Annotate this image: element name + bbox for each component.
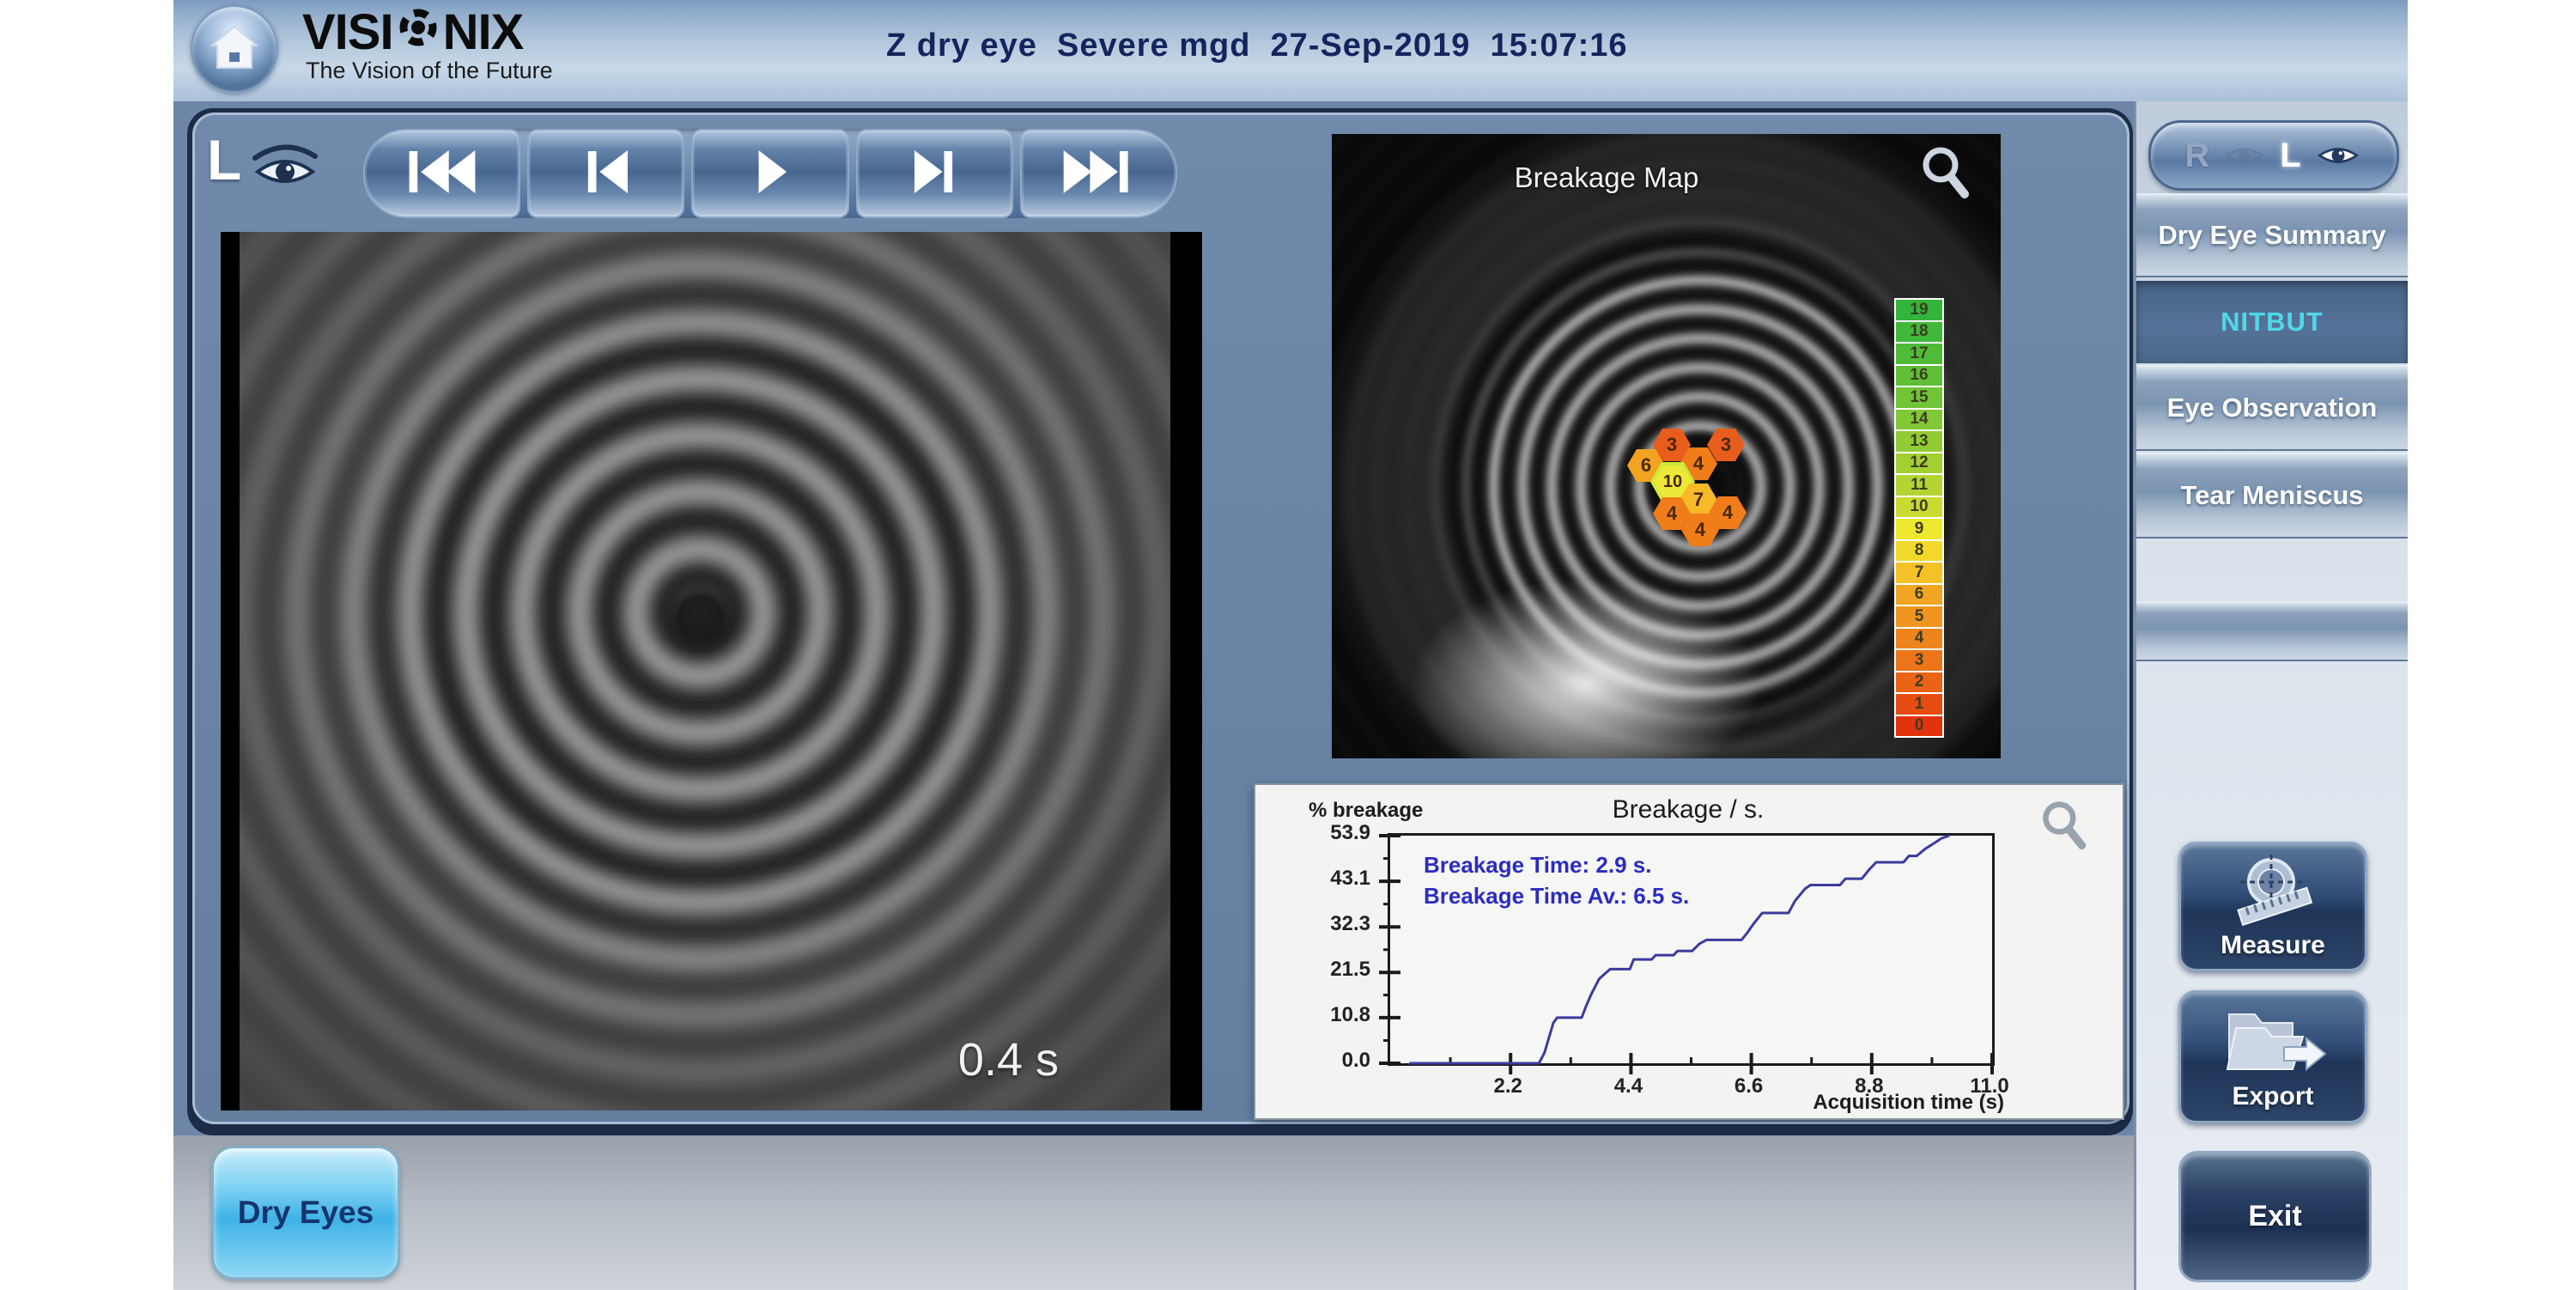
scale-cell-5: 5	[1896, 606, 1942, 627]
breakage-time-avg-annotation: Breakage Time Av.: 6.5 s.	[1424, 883, 1689, 910]
brand-logo: VISI NIX The Vision of the Future	[302, 5, 553, 84]
scale-cell-19: 19	[1896, 300, 1942, 320]
screen: VISI NIX The Vision of the Future Z dry …	[0, 0, 2576, 1290]
eye-toggle-left[interactable]: L	[2280, 137, 2300, 175]
dry-eyes-label: Dry Eyes	[238, 1195, 374, 1231]
playback-bar	[363, 129, 1177, 218]
scale-cell-11: 11	[1896, 475, 1942, 496]
export-button[interactable]: Export	[2178, 990, 2367, 1123]
scale-cell-14: 14	[1896, 410, 1942, 430]
right-eye-icon	[2221, 140, 2268, 171]
exit-label: Exit	[2248, 1200, 2301, 1233]
scale-cell-7: 7	[1896, 563, 1942, 583]
skip-first-icon	[401, 147, 483, 201]
scale-cell-4: 4	[1896, 629, 1942, 649]
scale-cell-15: 15	[1896, 387, 1942, 408]
x-tick-label: 11.0	[1951, 1074, 2028, 1098]
brand-suffix: NIX	[443, 7, 524, 58]
breakage-map-title: Breakage Map	[1461, 161, 1753, 194]
scale-cell-16: 16	[1896, 366, 1942, 386]
skip-last-icon	[1057, 147, 1139, 201]
sidebar: R L Dry Eye SummaryNITBUTEye Observation…	[2136, 101, 2408, 1290]
main-panel: L 0.4 s	[192, 113, 2129, 1124]
scale-cell-10: 10	[1896, 497, 1942, 518]
sidebar-item-tear-meniscus[interactable]: Tear Meniscus	[2136, 453, 2408, 539]
zoom-map-button[interactable]	[1918, 144, 1971, 205]
measure-icon	[2221, 853, 2324, 931]
export-icon	[2217, 1002, 2329, 1082]
last-button[interactable]	[1020, 129, 1177, 218]
placido-image: 0.4 s	[240, 232, 1170, 1110]
scale-cell-12: 12	[1896, 453, 1942, 474]
x-tick-label: 4.4	[1589, 1074, 1667, 1098]
x-tick-label: 6.6	[1710, 1074, 1788, 1098]
frame-timestamp: 0.4 s	[958, 1033, 1059, 1086]
scale-cell-9: 9	[1896, 519, 1942, 539]
y-tick-label: 21.5	[1298, 958, 1370, 982]
eye-icon	[250, 139, 320, 189]
scale-cell-6: 6	[1896, 585, 1942, 605]
scale-cell-17: 17	[1896, 344, 1942, 364]
breakage-time-annotation: Breakage Time: 2.9 s.	[1424, 852, 1651, 879]
x-tick-label: 8.8	[1831, 1074, 1908, 1098]
first-button[interactable]	[363, 129, 520, 218]
app-window: VISI NIX The Vision of the Future Z dry …	[173, 0, 2408, 1290]
y-tick-label: 10.8	[1298, 1003, 1370, 1027]
next-button[interactable]	[856, 129, 1013, 218]
sidebar-item-blank	[2136, 601, 2408, 661]
step-back-icon	[565, 147, 647, 201]
y-tick-label: 0.0	[1298, 1049, 1370, 1073]
brand-prefix: VISI	[302, 7, 393, 58]
left-eye-icon	[2313, 139, 2363, 172]
home-icon	[210, 25, 258, 74]
breakage-color-scale: 191817161514131211109876543210	[1894, 298, 1944, 738]
scale-cell-13: 13	[1896, 431, 1942, 452]
export-label: Export	[2232, 1082, 2313, 1111]
eye-toggle-right[interactable]: R	[2184, 137, 2209, 175]
brand-eye-icon	[396, 5, 440, 59]
brand-tagline: The Vision of the Future	[306, 58, 553, 84]
y-tick-label: 32.3	[1298, 912, 1370, 936]
play-button[interactable]	[691, 129, 848, 218]
dry-eyes-button[interactable]: Dry Eyes	[211, 1146, 400, 1280]
step-forward-icon	[893, 147, 975, 201]
scale-cell-8: 8	[1896, 541, 1942, 562]
eye-side-label: L	[207, 127, 241, 192]
measure-button[interactable]: Measure	[2178, 842, 2367, 971]
zoom-chart-button[interactable]	[2038, 799, 2088, 856]
sidebar-item-dry-eye-summary[interactable]: Dry Eye Summary	[2136, 193, 2408, 277]
placido-shading	[240, 232, 1170, 1110]
scale-cell-18: 18	[1896, 322, 1942, 343]
main-panel-frame: L 0.4 s	[187, 108, 2133, 1135]
header: VISI NIX The Vision of the Future Z dry …	[173, 0, 2408, 104]
previous-button[interactable]	[527, 129, 684, 218]
bottom-bar: Dry Eyes	[173, 1135, 2134, 1290]
scale-cell-0: 0	[1896, 716, 1942, 737]
eye-toggle[interactable]: R L	[2148, 120, 2399, 191]
y-tick-label: 43.1	[1298, 867, 1370, 891]
eye-side-indicator: L	[207, 127, 320, 192]
video-frame: 0.4 s	[221, 232, 1202, 1110]
home-button[interactable]	[191, 5, 278, 93]
scale-cell-2: 2	[1896, 672, 1942, 693]
chart-title: Breakage / s.	[1559, 795, 1817, 825]
exit-button[interactable]: Exit	[2178, 1151, 2372, 1282]
x-tick-label: 2.2	[1469, 1074, 1546, 1098]
measure-label: Measure	[2221, 931, 2325, 960]
scale-cell-1: 1	[1896, 694, 1942, 715]
breakage-map-panel: Breakage Map 191817161514131211109876543…	[1332, 134, 2001, 758]
exam-title: Z dry eye Severe mgd 27-Sep-2019 15:07:1…	[886, 27, 1917, 64]
scale-cell-3: 3	[1896, 650, 1942, 671]
sidebar-item-eye-observation[interactable]: Eye Observation	[2136, 365, 2408, 451]
breakage-chart-panel: % breakage Breakage / s. Breakage Time: …	[1254, 783, 2124, 1120]
sidebar-item-nitbut[interactable]: NITBUT	[2136, 281, 2408, 363]
y-tick-label: 53.9	[1298, 821, 1370, 845]
chart-y-axis-label: % breakage	[1309, 799, 1423, 823]
play-icon	[729, 147, 811, 201]
